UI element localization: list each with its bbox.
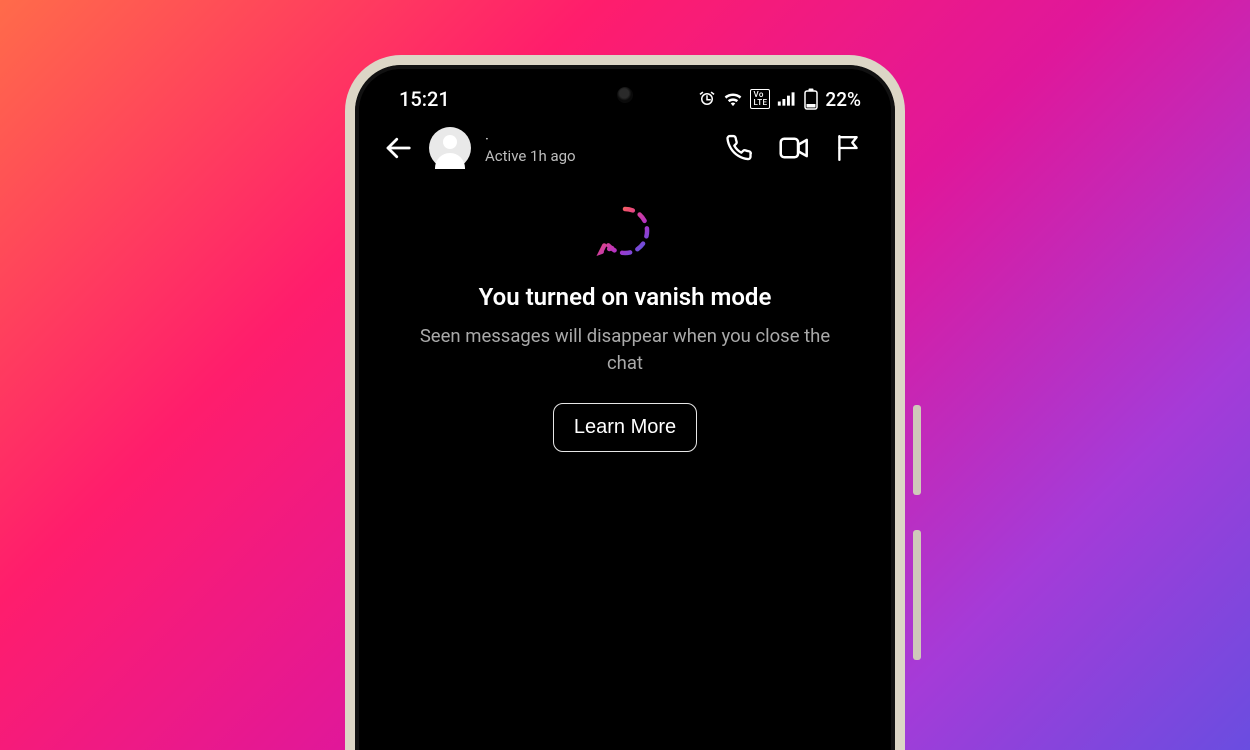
status-right: VoLTE 22% bbox=[698, 88, 861, 111]
wifi-icon bbox=[723, 90, 743, 108]
chat-header-text[interactable]: · Active 1h ago bbox=[485, 131, 711, 166]
chat-header: · Active 1h ago bbox=[359, 119, 891, 179]
vanish-mode-subtitle: Seen messages will disappear when you cl… bbox=[415, 323, 835, 377]
arrow-left-icon bbox=[383, 133, 413, 163]
battery-percent: 22% bbox=[825, 88, 861, 111]
vanish-mode-title: You turned on vanish mode bbox=[393, 283, 857, 311]
video-icon bbox=[779, 135, 809, 161]
volte-icon: VoLTE bbox=[750, 89, 770, 109]
signal-icon bbox=[777, 90, 797, 108]
video-call-button[interactable] bbox=[779, 133, 809, 163]
alarm-icon bbox=[698, 90, 716, 108]
phone-screen: 15:21 VoLTE bbox=[359, 69, 891, 750]
battery-icon bbox=[804, 88, 818, 110]
vanish-mode-panel: You turned on vanish mode Seen messages … bbox=[359, 179, 891, 452]
flag-button[interactable] bbox=[833, 133, 863, 163]
avatar[interactable] bbox=[429, 127, 471, 169]
contact-name: · bbox=[485, 131, 711, 148]
active-status: Active 1h ago bbox=[485, 148, 711, 165]
vanish-mode-icon bbox=[593, 201, 657, 265]
back-button[interactable] bbox=[381, 131, 415, 165]
audio-call-button[interactable] bbox=[725, 133, 755, 163]
status-time: 15:21 bbox=[399, 87, 450, 111]
flag-icon bbox=[835, 134, 861, 162]
phone-side-button-1 bbox=[913, 405, 921, 495]
phone-side-button-2 bbox=[913, 530, 921, 660]
phone-icon bbox=[726, 134, 754, 162]
gradient-backdrop: 15:21 VoLTE bbox=[0, 0, 1250, 750]
phone-frame: 15:21 VoLTE bbox=[345, 55, 905, 750]
camera-notch bbox=[617, 87, 633, 103]
learn-more-button[interactable]: Learn More bbox=[553, 403, 697, 452]
